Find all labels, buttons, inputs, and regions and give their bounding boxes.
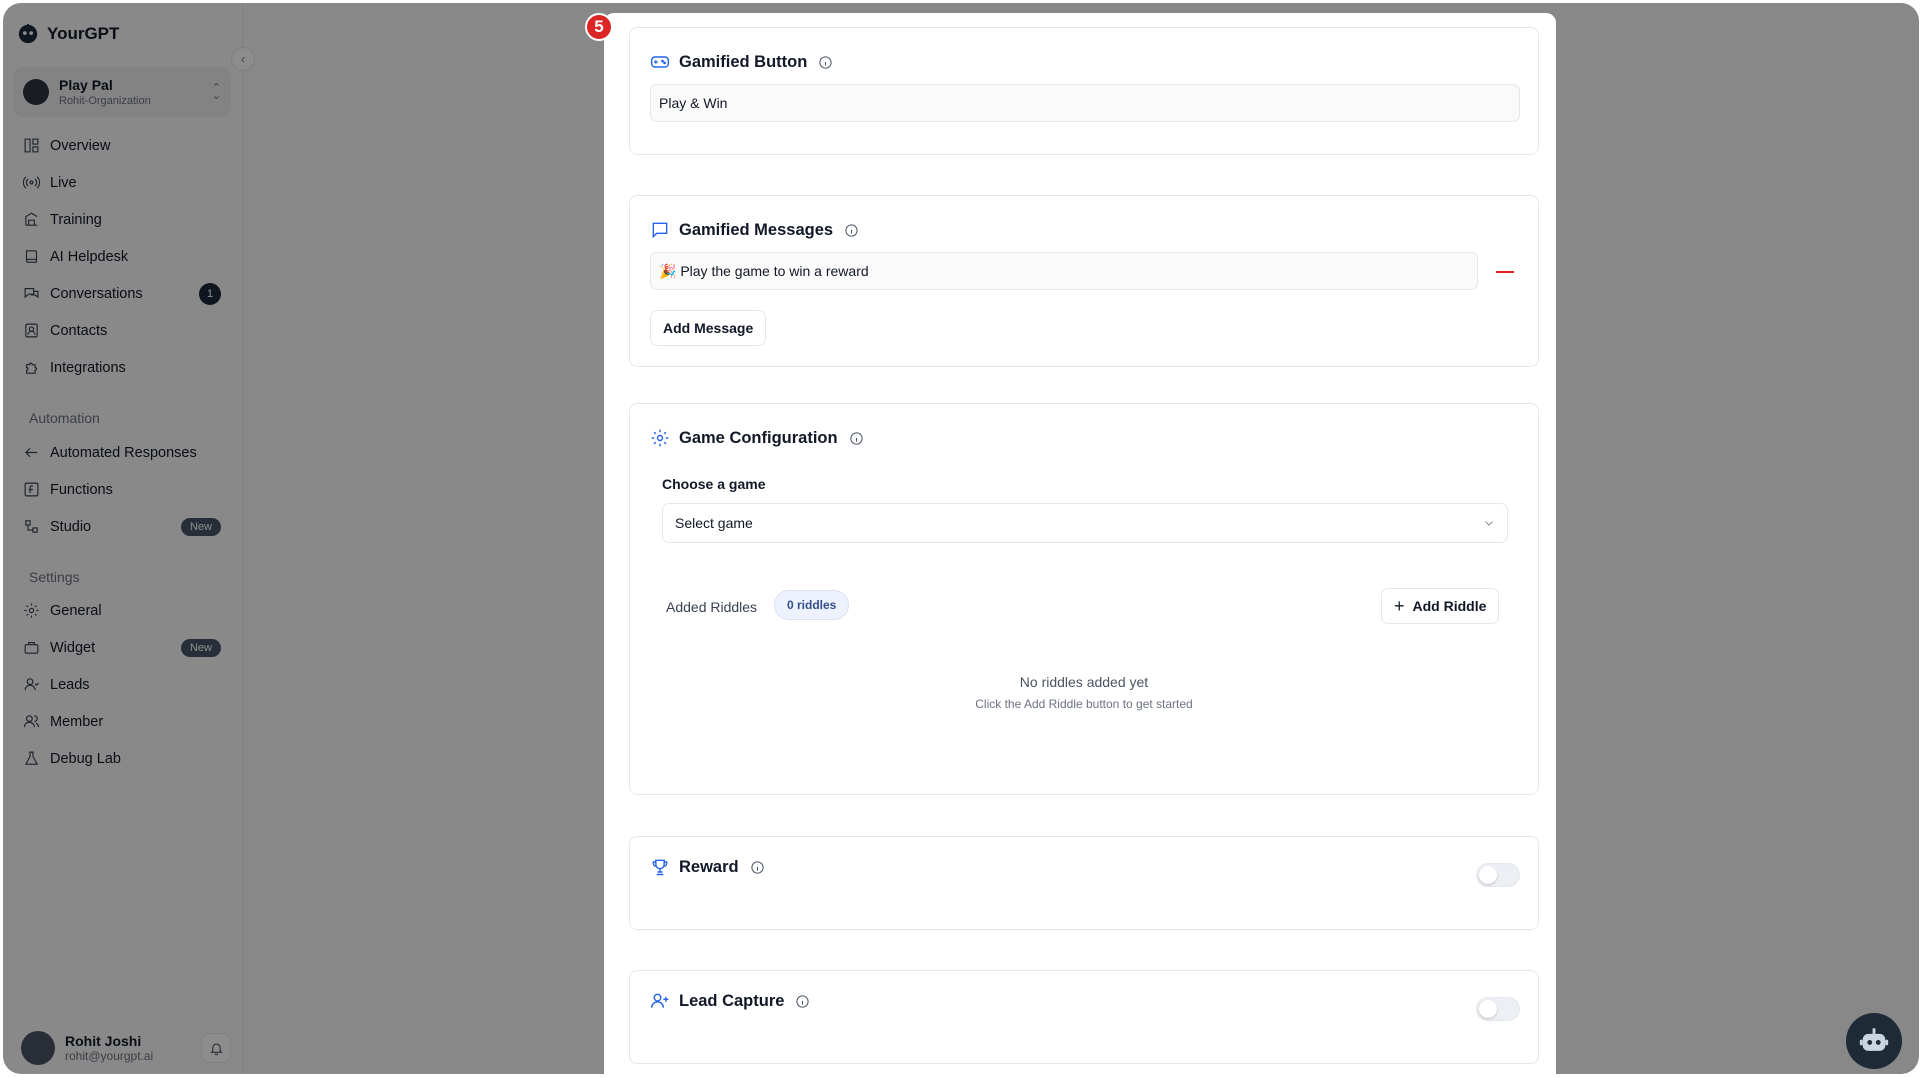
gamepad-icon (650, 56, 670, 68)
reward-card: Reward (629, 836, 1539, 930)
settings-icon (651, 429, 669, 447)
trophy-icon (652, 859, 668, 876)
reward-toggle[interactable] (1476, 863, 1520, 887)
info-icon[interactable] (844, 223, 859, 238)
gamified-button-input[interactable]: Play & Win (650, 84, 1520, 122)
choose-game-label: Choose a game (662, 476, 766, 492)
user-plus-icon (650, 993, 669, 1008)
card-header: Game Configuration (650, 428, 864, 448)
lead-capture-toggle[interactable] (1476, 997, 1520, 1021)
empty-state-subtitle: Click the Add Riddle button to get start… (975, 697, 1193, 711)
remove-message-button[interactable] (1496, 271, 1514, 273)
card-title: Gamified Button (679, 52, 808, 71)
card-title: Gamified Messages (679, 220, 834, 239)
add-message-button[interactable]: Add Message (650, 310, 767, 346)
toggle-knob (1479, 1000, 1497, 1018)
robot-icon (1859, 1028, 1889, 1051)
card-title: Game Configuration (679, 428, 838, 447)
card-header: Lead Capture (650, 991, 810, 1011)
gamified-messages-card: Gamified Messages 🎉 Play the game to win… (629, 195, 1539, 367)
chevron-down-icon (1485, 521, 1493, 526)
card-header: Reward (650, 857, 765, 877)
game-select[interactable]: Select game (662, 503, 1508, 543)
info-icon[interactable] (750, 860, 765, 875)
info-icon[interactable] (849, 431, 864, 446)
card-title: Lead Capture (679, 991, 785, 1010)
info-icon[interactable] (795, 994, 810, 1009)
add-riddle-button[interactable]: + Add Riddle (1381, 588, 1500, 624)
info-icon[interactable] (818, 55, 833, 70)
plus-icon: + (1394, 595, 1405, 616)
chatbot-launcher-button[interactable] (1846, 1013, 1902, 1069)
message-input[interactable]: 🎉 Play the game to win a reward (650, 252, 1478, 290)
card-title: Reward (679, 857, 739, 876)
empty-state-title: No riddles added yet (1019, 674, 1149, 690)
step-badge: 5 (585, 13, 613, 41)
select-value: Select game (675, 515, 753, 531)
card-header: Gamified Messages (650, 220, 859, 240)
gamified-button-card: Gamified Button Play & Win (629, 27, 1539, 155)
add-riddle-label: Add Riddle (1412, 598, 1487, 614)
app-window: YourGPT Play Pal Rohit-Organization ⌃ ⌄ O… (3, 3, 1919, 1074)
card-header: Gamified Button (650, 52, 833, 72)
added-riddles-label: Added Riddles (666, 599, 758, 615)
riddles-count-badge: 0 riddles (774, 590, 850, 620)
lead-capture-card: Lead Capture (629, 970, 1539, 1064)
toggle-knob (1479, 866, 1497, 884)
message-icon (652, 222, 668, 239)
game-configuration-card: Game Configuration Choose a game Select … (629, 403, 1539, 795)
